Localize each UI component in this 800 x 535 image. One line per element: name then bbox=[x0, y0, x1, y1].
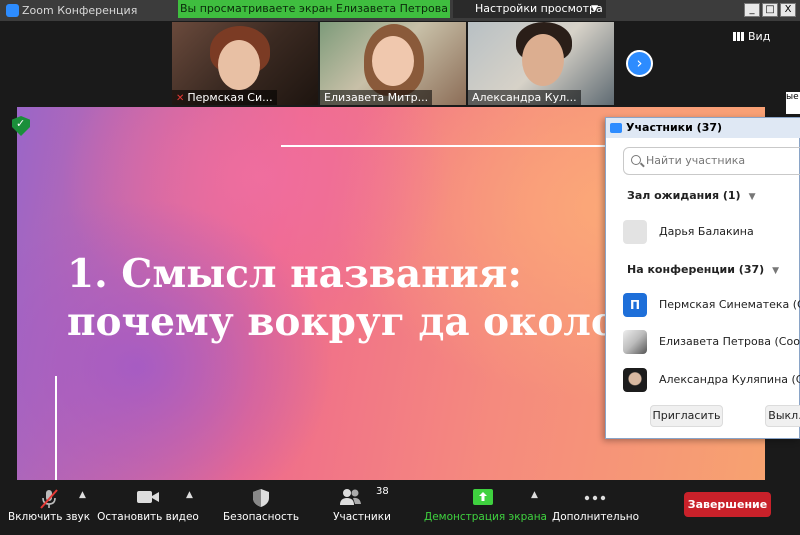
more-label: Дополнительно bbox=[552, 511, 640, 523]
zoom-window: Zoom Конференция Вы просматриваете экран… bbox=[0, 0, 800, 535]
avatar bbox=[623, 368, 647, 392]
in-meeting-section[interactable]: На конференции (37) ▼ bbox=[627, 263, 779, 276]
participant-face bbox=[372, 36, 414, 86]
background-window-edge: ые bbox=[786, 92, 800, 114]
slide-decoration-line bbox=[55, 376, 57, 480]
unmute-label: Включить звук bbox=[8, 511, 91, 523]
slide-title-line: 1. Смысл названия: bbox=[67, 251, 522, 297]
microphone-muted-icon bbox=[40, 489, 58, 509]
invite-button[interactable]: Пригласить bbox=[650, 405, 723, 427]
end-meeting-button[interactable]: Завершение bbox=[684, 492, 771, 517]
chevron-up-icon[interactable]: ▲ bbox=[79, 490, 86, 500]
participant-face bbox=[218, 40, 260, 90]
meeting-toolbar: Включить звук ▲ Остановить видео ▲ Безоп… bbox=[0, 482, 800, 535]
zoom-camera-icon bbox=[610, 123, 622, 133]
avatar bbox=[623, 330, 647, 354]
shield-icon bbox=[253, 489, 269, 507]
unmute-button[interactable]: Включить звук bbox=[8, 482, 90, 535]
stop-video-label: Остановить видео bbox=[97, 511, 199, 523]
video-tile[interactable]: Александра Кул... bbox=[468, 22, 614, 105]
video-tile[interactable]: ✕ Пермская Си... bbox=[172, 22, 318, 105]
participants-panel: Участники (37) Найти участника Зал ожида… bbox=[605, 117, 800, 439]
view-settings-label: Настройки просмотра bbox=[475, 2, 603, 15]
share-screen-label: Демонстрация экрана bbox=[424, 511, 547, 523]
participant-face bbox=[522, 34, 564, 86]
slide-title-line: почему вокруг да около? bbox=[67, 299, 607, 345]
video-tile-label: Елизавета Митр... bbox=[320, 90, 433, 105]
window-controls: _ □ X bbox=[744, 3, 796, 17]
participants-count: 38 bbox=[376, 486, 389, 497]
screen-share-banner: Вы просматриваете экран Елизавета Петров… bbox=[178, 0, 450, 18]
list-item[interactable]: Дарья Балакина bbox=[623, 220, 800, 244]
chevron-down-icon: ▼ bbox=[772, 266, 780, 276]
participants-icon bbox=[340, 489, 362, 505]
participant-name: Пермская Си... bbox=[187, 91, 273, 104]
slide-decoration-line bbox=[281, 145, 606, 147]
participant-name: Дарья Балакина bbox=[659, 225, 754, 238]
view-button-label: Вид bbox=[748, 30, 771, 43]
participant-name: Александра Кул... bbox=[472, 91, 577, 104]
video-tile[interactable]: Елизавета Митр... bbox=[320, 22, 466, 105]
view-button[interactable]: Вид bbox=[733, 30, 770, 43]
waiting-room-section[interactable]: Зал ожидания (1) ▼ bbox=[627, 189, 755, 202]
search-icon bbox=[631, 155, 641, 165]
view-settings-dropdown[interactable]: Настройки просмотра ▼ bbox=[453, 0, 606, 18]
video-tile-label: Александра Кул... bbox=[468, 90, 581, 105]
participant-name: Александра Куляпина (Сос bbox=[659, 373, 800, 386]
video-camera-icon bbox=[137, 491, 159, 503]
participants-panel-header[interactable]: Участники (37) bbox=[606, 118, 800, 138]
grid-icon bbox=[733, 32, 744, 41]
stop-video-button[interactable]: Остановить видео bbox=[96, 482, 200, 535]
close-button[interactable]: X bbox=[780, 3, 796, 17]
list-item[interactable]: Елизавета Петрова (Соорг bbox=[623, 330, 800, 354]
more-button[interactable]: Дополнительно bbox=[552, 482, 640, 535]
security-label: Безопасность bbox=[222, 511, 300, 523]
share-screen-button[interactable]: Демонстрация экрана bbox=[424, 482, 547, 535]
slide-title: 1. Смысл названия: почему вокруг да окол… bbox=[67, 250, 607, 346]
minimize-button[interactable]: _ bbox=[744, 3, 760, 17]
mute-all-button[interactable]: Выкл. bbox=[765, 405, 800, 427]
list-item[interactable]: П Пермская Синематека (Ор bbox=[623, 293, 800, 317]
security-button[interactable]: Безопасность bbox=[222, 482, 300, 535]
video-tile-label: ✕ Пермская Си... bbox=[172, 90, 277, 105]
participant-name: Елизавета Петрова (Соорг bbox=[659, 335, 800, 348]
mic-muted-icon: ✕ bbox=[176, 93, 185, 104]
search-placeholder: Найти участника bbox=[646, 154, 746, 167]
list-item[interactable]: Александра Куляпина (Сос bbox=[623, 368, 800, 392]
participant-search-input[interactable]: Найти участника bbox=[623, 147, 800, 175]
maximize-button[interactable]: □ bbox=[762, 3, 778, 17]
zoom-app-icon bbox=[6, 4, 19, 17]
next-page-arrow-icon[interactable]: › bbox=[626, 50, 653, 77]
chevron-down-icon: ▼ bbox=[748, 192, 756, 202]
chevron-up-icon[interactable]: ▲ bbox=[531, 490, 538, 500]
avatar: П bbox=[623, 293, 647, 317]
participants-panel-title: Участники (37) bbox=[626, 121, 723, 134]
window-title: Zoom Конференция bbox=[22, 4, 138, 17]
participant-name: Елизавета Митр... bbox=[324, 91, 429, 104]
chevron-up-icon[interactable]: ▲ bbox=[186, 490, 193, 500]
more-dots-icon bbox=[584, 495, 606, 501]
participants-button[interactable]: 38 Участники bbox=[328, 482, 396, 535]
participants-label: Участники bbox=[333, 511, 391, 523]
chevron-down-icon: ▼ bbox=[591, 4, 598, 14]
participant-name: Пермская Синематека (Ор bbox=[659, 298, 800, 311]
share-screen-icon bbox=[473, 489, 493, 505]
video-strip: ✕ Пермская Си... Елизавета Митр... Алекса… bbox=[172, 22, 616, 105]
avatar bbox=[623, 220, 647, 244]
